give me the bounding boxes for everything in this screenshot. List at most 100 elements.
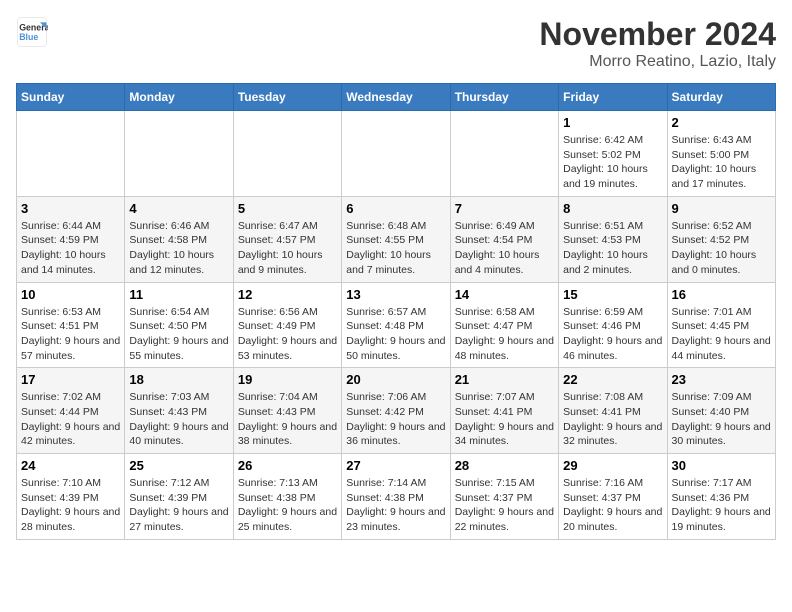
day-cell: 30 Sunrise: 7:17 AM Sunset: 4:36 PM Dayli… [667,454,775,540]
day-cell: 22 Sunrise: 7:08 AM Sunset: 4:41 PM Dayli… [559,368,667,454]
day-info: Sunrise: 7:02 AM Sunset: 4:44 PM Dayligh… [21,390,120,449]
day-cell: 28Sunrise: 7:15 AM Sunset: 4:37 PM Dayli… [450,454,558,540]
week-row-4: 17 Sunrise: 7:02 AM Sunset: 4:44 PM Dayli… [17,368,776,454]
day-number: 21 [455,372,554,387]
day-cell: 11Sunrise: 6:54 AM Sunset: 4:50 PM Dayli… [125,282,233,368]
day-cell: 23Sunrise: 7:09 AM Sunset: 4:40 PM Dayli… [667,368,775,454]
day-info: Sunrise: 7:07 AM Sunset: 4:41 PM Dayligh… [455,390,554,449]
day-cell: 6 Sunrise: 6:48 AM Sunset: 4:55 PM Daylig… [342,196,450,282]
day-info: Sunrise: 7:14 AM Sunset: 4:38 PM Dayligh… [346,476,445,535]
day-number: 27 [346,458,445,473]
calendar-header-row: Sunday Monday Tuesday Wednesday Thursday… [17,84,776,111]
day-cell [17,111,125,197]
day-number: 19 [238,372,337,387]
week-row-1: 1Sunrise: 6:42 AM Sunset: 5:02 PM Daylig… [17,111,776,197]
svg-text:Blue: Blue [19,32,38,42]
day-number: 4 [129,201,228,216]
day-number: 25 [129,458,228,473]
day-cell: 17 Sunrise: 7:02 AM Sunset: 4:44 PM Dayli… [17,368,125,454]
day-cell: 5 Sunrise: 6:47 AM Sunset: 4:57 PM Daylig… [233,196,341,282]
day-cell: 21 Sunrise: 7:07 AM Sunset: 4:41 PM Dayli… [450,368,558,454]
day-number: 30 [672,458,771,473]
day-number: 29 [563,458,662,473]
day-number: 5 [238,201,337,216]
week-row-5: 24 Sunrise: 7:10 AM Sunset: 4:39 PM Dayli… [17,454,776,540]
day-cell: 8 Sunrise: 6:51 AM Sunset: 4:53 PM Daylig… [559,196,667,282]
day-info: Sunrise: 6:56 AM Sunset: 4:49 PM Dayligh… [238,305,337,364]
day-number: 16 [672,287,771,302]
day-info: Sunrise: 6:57 AM Sunset: 4:48 PM Dayligh… [346,305,445,364]
day-number: 18 [129,372,228,387]
day-cell: 26 Sunrise: 7:13 AM Sunset: 4:38 PM Dayli… [233,454,341,540]
page-header: General Blue November 2024 Morro Reatino… [16,16,776,71]
logo-icon: General Blue [16,16,48,48]
day-info: Sunrise: 7:08 AM Sunset: 4:41 PM Dayligh… [563,390,662,449]
day-cell: 18Sunrise: 7:03 AM Sunset: 4:43 PM Dayli… [125,368,233,454]
day-number: 12 [238,287,337,302]
col-tuesday: Tuesday [233,84,341,111]
day-info: Sunrise: 7:13 AM Sunset: 4:38 PM Dayligh… [238,476,337,535]
day-info: Sunrise: 7:10 AM Sunset: 4:39 PM Dayligh… [21,476,120,535]
day-number: 22 [563,372,662,387]
day-number: 3 [21,201,120,216]
day-info: Sunrise: 6:46 AM Sunset: 4:58 PM Dayligh… [129,219,228,278]
day-cell: 10 Sunrise: 6:53 AM Sunset: 4:51 PM Dayli… [17,282,125,368]
day-cell [125,111,233,197]
day-info: Sunrise: 6:53 AM Sunset: 4:51 PM Dayligh… [21,305,120,364]
day-cell: 4 Sunrise: 6:46 AM Sunset: 4:58 PM Daylig… [125,196,233,282]
day-number: 7 [455,201,554,216]
day-cell: 16 Sunrise: 7:01 AM Sunset: 4:45 PM Dayli… [667,282,775,368]
day-info: Sunrise: 6:48 AM Sunset: 4:55 PM Dayligh… [346,219,445,278]
day-cell: 15 Sunrise: 6:59 AM Sunset: 4:46 PM Dayli… [559,282,667,368]
day-info: Sunrise: 6:49 AM Sunset: 4:54 PM Dayligh… [455,219,554,278]
day-info: Sunrise: 6:59 AM Sunset: 4:46 PM Dayligh… [563,305,662,364]
col-thursday: Thursday [450,84,558,111]
day-number: 14 [455,287,554,302]
day-info: Sunrise: 6:43 AM Sunset: 5:00 PM Dayligh… [672,133,771,192]
day-number: 28 [455,458,554,473]
day-number: 26 [238,458,337,473]
day-number: 8 [563,201,662,216]
col-sunday: Sunday [17,84,125,111]
location: Morro Reatino, Lazio, Italy [539,53,776,71]
day-number: 24 [21,458,120,473]
day-cell: 29 Sunrise: 7:16 AM Sunset: 4:37 PM Dayli… [559,454,667,540]
day-cell: 24 Sunrise: 7:10 AM Sunset: 4:39 PM Dayli… [17,454,125,540]
day-info: Sunrise: 6:58 AM Sunset: 4:47 PM Dayligh… [455,305,554,364]
day-cell: 27 Sunrise: 7:14 AM Sunset: 4:38 PM Dayli… [342,454,450,540]
day-number: 20 [346,372,445,387]
day-number: 10 [21,287,120,302]
month-title: November 2024 [539,16,776,53]
day-number: 17 [21,372,120,387]
day-info: Sunrise: 7:01 AM Sunset: 4:45 PM Dayligh… [672,305,771,364]
logo: General Blue [16,16,48,48]
week-row-2: 3Sunrise: 6:44 AM Sunset: 4:59 PM Daylig… [17,196,776,282]
day-number: 23 [672,372,771,387]
day-info: Sunrise: 6:51 AM Sunset: 4:53 PM Dayligh… [563,219,662,278]
day-cell [233,111,341,197]
day-cell: 14 Sunrise: 6:58 AM Sunset: 4:47 PM Dayli… [450,282,558,368]
day-info: Sunrise: 7:06 AM Sunset: 4:42 PM Dayligh… [346,390,445,449]
day-cell: 2 Sunrise: 6:43 AM Sunset: 5:00 PM Daylig… [667,111,775,197]
day-info: Sunrise: 7:12 AM Sunset: 4:39 PM Dayligh… [129,476,228,535]
day-cell: 7 Sunrise: 6:49 AM Sunset: 4:54 PM Daylig… [450,196,558,282]
day-info: Sunrise: 6:47 AM Sunset: 4:57 PM Dayligh… [238,219,337,278]
day-number: 6 [346,201,445,216]
day-info: Sunrise: 7:16 AM Sunset: 4:37 PM Dayligh… [563,476,662,535]
day-cell: 19 Sunrise: 7:04 AM Sunset: 4:43 PM Dayli… [233,368,341,454]
day-cell [450,111,558,197]
day-info: Sunrise: 7:04 AM Sunset: 4:43 PM Dayligh… [238,390,337,449]
day-number: 13 [346,287,445,302]
day-info: Sunrise: 7:17 AM Sunset: 4:36 PM Dayligh… [672,476,771,535]
title-block: November 2024 Morro Reatino, Lazio, Ital… [539,16,776,71]
col-saturday: Saturday [667,84,775,111]
day-number: 15 [563,287,662,302]
day-number: 11 [129,287,228,302]
day-cell [342,111,450,197]
day-cell: 20 Sunrise: 7:06 AM Sunset: 4:42 PM Dayli… [342,368,450,454]
col-friday: Friday [559,84,667,111]
day-info: Sunrise: 6:42 AM Sunset: 5:02 PM Dayligh… [563,133,662,192]
day-cell: 13 Sunrise: 6:57 AM Sunset: 4:48 PM Dayli… [342,282,450,368]
day-info: Sunrise: 6:52 AM Sunset: 4:52 PM Dayligh… [672,219,771,278]
day-number: 2 [672,115,771,130]
